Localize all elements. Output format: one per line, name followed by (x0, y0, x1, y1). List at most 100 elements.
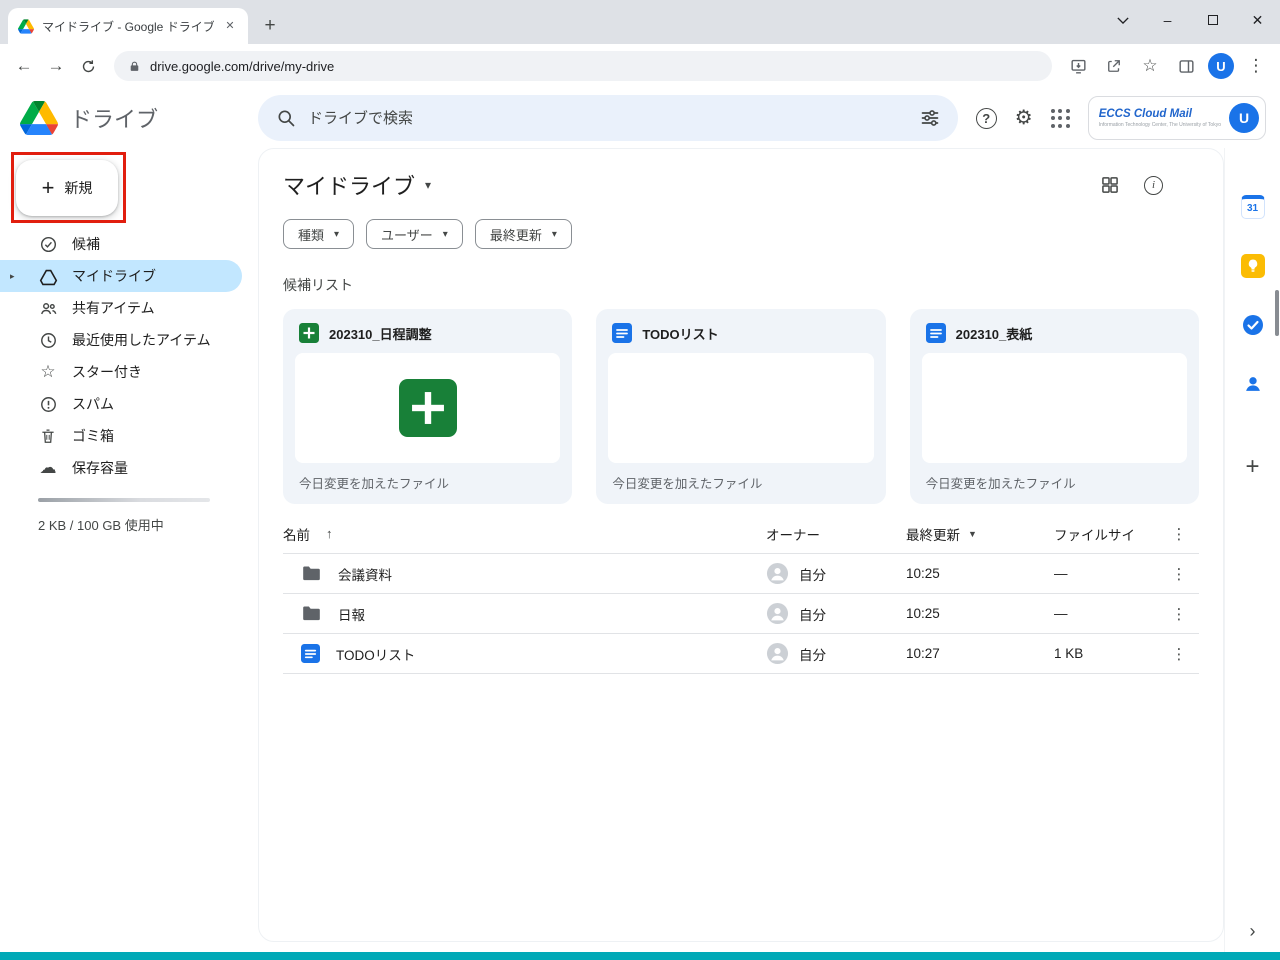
filter-chip-modified[interactable]: 最終更新 ▾ (475, 219, 572, 249)
owner-avatar-icon (766, 602, 789, 625)
storage-progress-bar (38, 498, 210, 502)
suggestion-card[interactable]: 202310_日程調整 今日変更を加えたファイル (283, 309, 572, 504)
info-icon[interactable]: i (1144, 176, 1163, 195)
file-row[interactable]: 会議資料 自分 10:25 — ⋮ (283, 554, 1199, 594)
row-more-kebab-icon[interactable]: ⋮ (1159, 645, 1199, 663)
spam-icon (38, 395, 58, 414)
grid-view-toggle-icon[interactable] (1100, 175, 1120, 195)
column-header-modified[interactable]: 最終更新 (906, 524, 960, 544)
folder-icon (301, 603, 322, 624)
eccs-account-badge[interactable]: ECCS Cloud Mail Information Technology C… (1088, 96, 1266, 140)
card-file-name: 202310_表紙 (956, 324, 1033, 343)
column-header-owner[interactable]: オーナー (766, 524, 906, 544)
browser-menu-kebab-icon[interactable]: ⋮ (1242, 52, 1270, 80)
main-titlebar: マイドライブ ▾ i (283, 169, 1199, 201)
eccs-badge-subtitle: Information Technology Center, The Unive… (1099, 122, 1221, 128)
file-size: — (1054, 566, 1159, 581)
sidebar-item-shared[interactable]: 共有アイテム (0, 292, 242, 324)
sidebar-item-label: マイドライブ (72, 266, 156, 286)
tab-close-icon[interactable]: ✕ (222, 18, 238, 34)
scrollbar-thumb[interactable] (1275, 290, 1279, 336)
sidebar-item-my-drive[interactable]: ▸ マイドライブ (0, 260, 242, 292)
row-more-kebab-icon[interactable]: ⋮ (1159, 605, 1199, 623)
google-apps-grid-icon[interactable] (1051, 109, 1070, 128)
tab-search-chevron-icon[interactable] (1100, 0, 1145, 40)
card-preview (295, 353, 560, 463)
page-title-text: マイドライブ (283, 169, 415, 201)
chip-label: 最終更新 (490, 225, 542, 244)
lock-icon (128, 60, 141, 73)
calendar-icon[interactable]: 31 (1240, 194, 1266, 220)
document-icon (301, 644, 320, 663)
new-button[interactable]: + 新規 (16, 160, 118, 216)
card-preview (608, 353, 873, 463)
search-options-tune-icon[interactable] (920, 108, 940, 128)
new-tab-button[interactable]: + (256, 11, 284, 41)
add-panel-app-button[interactable]: + (1240, 454, 1266, 480)
card-file-name: TODOリスト (642, 324, 718, 343)
page-title[interactable]: マイドライブ ▾ (283, 169, 431, 201)
url-bar[interactable]: drive.google.com/drive/my-drive (114, 51, 1052, 81)
sidebar-item-spam[interactable]: スパム (0, 388, 242, 420)
drive-header-actions: ? ⚙ ECCS Cloud Mail Information Technolo… (976, 96, 1280, 140)
sidebar-item-starred[interactable]: ☆ スター付き (0, 356, 242, 388)
header-more-kebab-icon[interactable]: ⋮ (1159, 525, 1199, 543)
people-icon (38, 299, 58, 318)
help-icon[interactable]: ? (976, 108, 997, 129)
forward-button[interactable]: → (42, 52, 70, 80)
drive-search-input[interactable] (308, 110, 908, 127)
install-app-icon[interactable] (1064, 52, 1092, 80)
sidebar-item-label: 共有アイテム (72, 298, 155, 318)
sidebar-item-storage[interactable]: ☁ 保存容量 (0, 452, 242, 484)
owner-avatar-icon (766, 562, 789, 585)
collapse-panel-chevron-icon[interactable]: › (1250, 921, 1256, 942)
suggestion-card[interactable]: TODOリスト 今日変更を加えたファイル (596, 309, 885, 504)
filter-chip-type[interactable]: 種類 ▾ (283, 219, 354, 249)
browser-profile-avatar[interactable]: U (1208, 53, 1234, 79)
filter-chip-people[interactable]: ユーザー ▾ (366, 219, 463, 249)
contacts-icon[interactable] (1240, 371, 1266, 397)
drive-search-bar[interactable] (258, 95, 958, 141)
suggestion-card[interactable]: 202310_表紙 今日変更を加えたファイル (910, 309, 1199, 504)
file-name: TODOリスト (336, 644, 415, 664)
browser-tab[interactable]: マイドライブ - Google ドライブ ✕ (8, 8, 248, 44)
keep-icon[interactable] (1240, 253, 1266, 279)
row-more-kebab-icon[interactable]: ⋮ (1159, 565, 1199, 583)
close-window-button[interactable]: ✕ (1235, 0, 1280, 40)
url-text: drive.google.com/drive/my-drive (150, 59, 334, 74)
navbar-actions: ☆ U ⋮ (1064, 52, 1270, 80)
card-file-name: 202310_日程調整 (329, 324, 432, 343)
spreadsheet-preview-icon (399, 379, 457, 437)
file-table: 名前 ↑ オーナー 最終更新 ▼ ファイルサイ ⋮ (283, 514, 1199, 674)
column-header-size[interactable]: ファイルサイ (1054, 524, 1159, 544)
sort-ascending-icon[interactable]: ↑ (326, 526, 333, 541)
eccs-badge-title: ECCS Cloud Mail (1099, 108, 1221, 122)
drive-header: ドライブ ? ⚙ ECCS Cloud Mail (0, 88, 1280, 148)
drive-logo-area[interactable]: ドライブ (0, 101, 258, 135)
sidebar-item-trash[interactable]: ゴミ箱 (0, 420, 242, 452)
side-panel-icon[interactable] (1172, 52, 1200, 80)
bookmark-star-icon[interactable]: ☆ (1136, 52, 1164, 80)
column-header-name[interactable]: 名前 (283, 524, 310, 544)
file-row[interactable]: TODOリスト 自分 10:27 1 KB ⋮ (283, 634, 1199, 674)
sort-descending-icon[interactable]: ▼ (968, 529, 977, 539)
file-name: 日報 (338, 604, 365, 624)
tasks-icon[interactable] (1240, 312, 1266, 338)
file-table-header: 名前 ↑ オーナー 最終更新 ▼ ファイルサイ ⋮ (283, 514, 1199, 554)
minimize-button[interactable]: – (1145, 0, 1190, 40)
reload-button[interactable] (74, 52, 102, 80)
account-avatar[interactable]: U (1229, 103, 1259, 133)
back-button[interactable]: ← (10, 52, 38, 80)
filter-chips: 種類 ▾ ユーザー ▾ 最終更新 ▾ (283, 219, 1199, 249)
settings-gear-icon[interactable]: ⚙ (1015, 108, 1033, 128)
sidebar-item-suggested[interactable]: 候補 (0, 228, 242, 260)
file-row[interactable]: 日報 自分 10:25 — ⋮ (283, 594, 1199, 634)
google-side-panel-rail: 31 + › (1224, 148, 1280, 952)
owner-name: 自分 (799, 564, 826, 584)
suggestion-cards: 202310_日程調整 今日変更を加えたファイル TODOリスト (283, 309, 1199, 504)
maximize-button[interactable] (1190, 0, 1235, 40)
modified-time: 10:27 (906, 646, 1054, 661)
share-icon[interactable] (1100, 52, 1128, 80)
sidebar-item-recent[interactable]: 最近使用したアイテム (0, 324, 242, 356)
expand-caret-icon[interactable]: ▸ (10, 271, 15, 282)
